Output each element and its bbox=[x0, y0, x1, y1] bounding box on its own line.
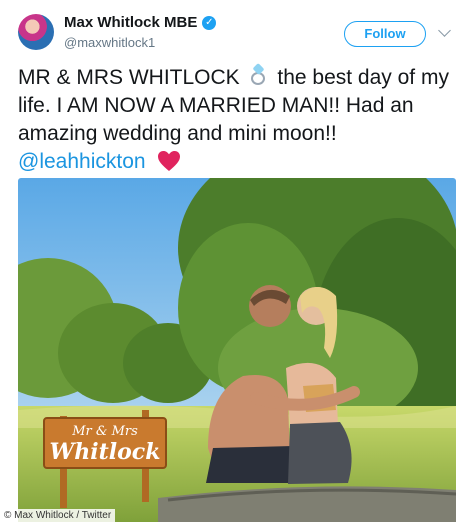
photo-credit: © Max Whitlock / Twitter bbox=[0, 509, 116, 522]
tweet-header: Max Whitlock MBE ✓ @maxwhitlock1 Follow bbox=[0, 0, 474, 60]
ring-icon bbox=[248, 62, 270, 87]
sign-text-line1: Mr & Mrs bbox=[71, 424, 138, 439]
sign-text-line2: Whitlock bbox=[50, 439, 161, 465]
author-name-row[interactable]: Max Whitlock MBE ✓ bbox=[64, 14, 217, 31]
user-handle[interactable]: @maxwhitlock1 bbox=[64, 35, 155, 50]
tweet-text-part1: MR & MRS WHITLOCK bbox=[18, 66, 240, 89]
avatar[interactable] bbox=[18, 14, 54, 50]
verified-badge-icon: ✓ bbox=[202, 15, 217, 30]
tweet-text: MR & MRS WHITLOCK the best day of my lif… bbox=[18, 62, 458, 176]
display-name[interactable]: Max Whitlock MBE bbox=[64, 14, 197, 31]
follow-button[interactable]: Follow bbox=[344, 21, 426, 47]
mention-link[interactable]: @leahhickton bbox=[18, 150, 146, 173]
heart-icon bbox=[158, 151, 181, 171]
chevron-down-icon[interactable] bbox=[438, 24, 451, 37]
tweet-photo[interactable]: Mr & Mrs Whitlock bbox=[18, 178, 456, 522]
